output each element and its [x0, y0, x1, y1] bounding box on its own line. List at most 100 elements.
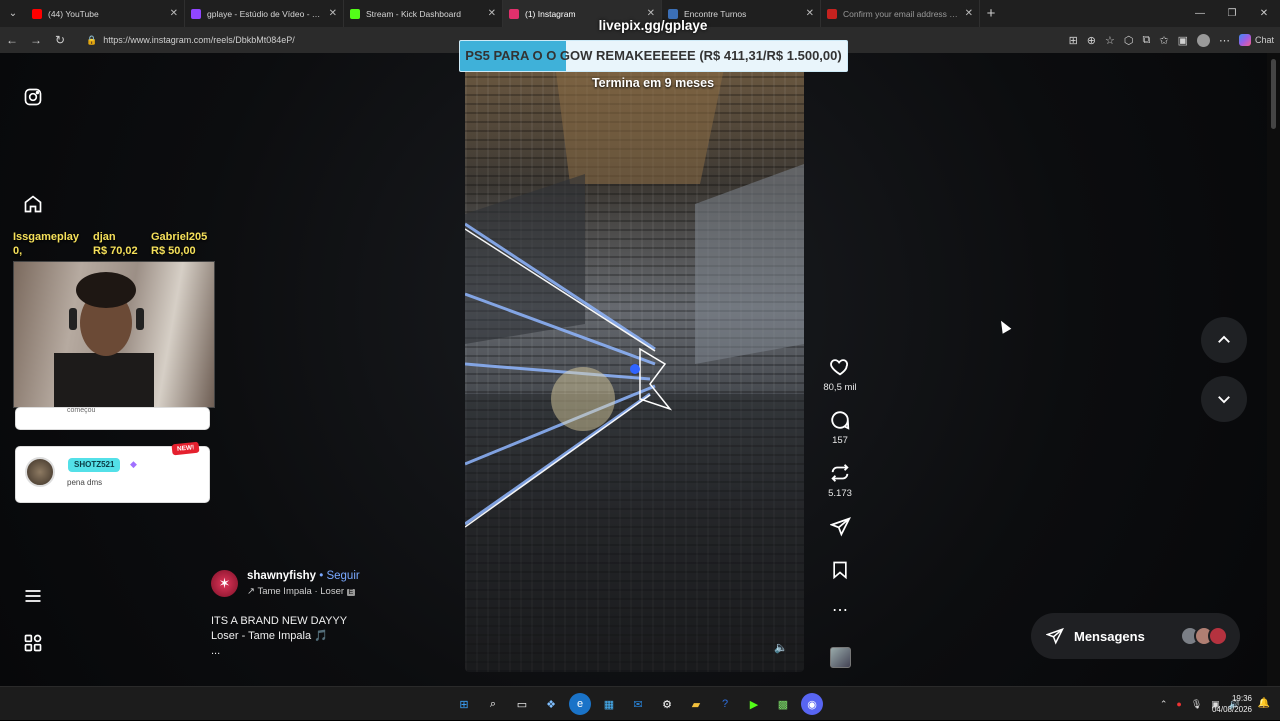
copilot-chat-button[interactable]: Chat	[1238, 34, 1274, 46]
chat-alert-previous: começou	[16, 407, 209, 429]
microphone-icon[interactable]: 🎙	[1191, 699, 1202, 710]
system-clock[interactable]: 19:36 04/08/2026	[1212, 693, 1252, 715]
chat-prev-text: começou	[67, 407, 96, 414]
close-window-icon[interactable]: ✕	[1248, 0, 1280, 27]
scrollbar-thumb[interactable]	[1271, 59, 1276, 129]
search-icon[interactable]: ⌕	[482, 693, 504, 715]
donor-amount: R$ 70,02	[93, 245, 138, 257]
caption-more[interactable]: ...	[211, 644, 347, 659]
tab-gmail[interactable]: Confirm your email address on Ar ✕	[821, 0, 980, 27]
tab-twitch[interactable]: gplaye - Estúdio de Vídeo - Twitch ✕	[185, 0, 344, 27]
reload-icon[interactable]: ↻	[48, 33, 72, 47]
url-text: https://www.instagram.com/reels/DbkbMt08…	[103, 35, 295, 45]
username-link[interactable]: shawnyfishy	[247, 570, 316, 582]
widgets-icon[interactable]: ❖	[540, 693, 562, 715]
chat-alert: SHOTZ521 ◆ pena dms NEW!	[16, 441, 209, 502]
donor-entry: Issgameplay 0,	[13, 230, 79, 258]
save-button[interactable]	[820, 560, 860, 580]
new-tab-button[interactable]: +	[980, 5, 1002, 22]
clock-date: 04/08/2026	[1211, 705, 1252, 714]
comment-icon	[831, 411, 850, 430]
chevron-down-icon	[1218, 396, 1230, 404]
message-avatars	[1180, 626, 1228, 646]
close-icon[interactable]: ✕	[488, 8, 496, 19]
next-reel-button[interactable]	[1201, 376, 1247, 422]
comment-count: 157	[832, 435, 848, 446]
close-icon[interactable]: ✕	[329, 8, 337, 19]
share-button[interactable]	[820, 516, 860, 537]
music-info[interactable]: ↗ Tame Impala · Loser E	[247, 586, 360, 597]
close-icon[interactable]: ✕	[965, 8, 973, 19]
kick-icon	[350, 8, 360, 19]
extensions-icon[interactable]: ⬡	[1124, 34, 1134, 47]
goal-text: PS5 PARA O O GOW REMAKEEEEEE (R$ 411,31/…	[465, 48, 842, 63]
favorites-icon[interactable]: ✩	[1159, 34, 1168, 47]
tab-actions-icon[interactable]: ⌄	[0, 0, 26, 27]
explicit-icon: E	[346, 589, 356, 596]
follow-button[interactable]: Seguir	[326, 570, 359, 582]
tray-app-icon[interactable]: ●	[1176, 699, 1181, 709]
forward-icon[interactable]: →	[24, 33, 48, 47]
reel-video[interactable]: 🔈	[465, 64, 804, 672]
like-button[interactable]: 80,5 mil	[820, 356, 860, 393]
page-icon	[668, 8, 678, 19]
zoom-icon[interactable]: ⊕	[1087, 34, 1096, 47]
instagram-icon	[509, 8, 519, 19]
tab-kick[interactable]: Stream - Kick Dashboard ✕	[344, 0, 503, 27]
app-icon[interactable]: ⊞	[1069, 34, 1078, 47]
settings-gear-icon[interactable]: ⚙	[656, 693, 678, 715]
start-icon[interactable]: ⊞	[453, 693, 475, 715]
chat-username: SHOTZ521	[68, 458, 121, 472]
repost-icon	[831, 464, 849, 482]
donor-entry: Gabriel205 R$ 50,00	[151, 230, 207, 258]
outlook-icon[interactable]: ✉	[627, 693, 649, 715]
close-icon[interactable]: ✕	[806, 8, 814, 19]
favorite-star-icon[interactable]: ☆	[1105, 34, 1115, 47]
split-screen-icon[interactable]: ⧉	[1143, 34, 1151, 47]
gmail-icon	[827, 8, 837, 19]
store-icon[interactable]: ▦	[598, 693, 620, 715]
tab-title: Encontre Turnos	[684, 8, 747, 19]
discord-icon[interactable]: ◉	[801, 693, 823, 715]
tray-chevron-icon[interactable]: ⌃	[1160, 699, 1168, 710]
tab-title: gplaye - Estúdio de Vídeo - Twitch	[207, 8, 325, 19]
mute-icon[interactable]: 🔈	[774, 641, 788, 654]
previous-reel-button[interactable]	[1201, 317, 1247, 363]
instagram-logo-icon[interactable]	[22, 86, 44, 108]
avatar[interactable]: ✶	[211, 570, 238, 597]
scrollbar[interactable]	[1267, 53, 1280, 686]
task-view-icon[interactable]: ▭	[511, 693, 533, 715]
donor-amount: 0,	[13, 245, 23, 257]
more-options-icon[interactable]: ⋯	[820, 603, 860, 619]
kick-app-icon[interactable]: ▶	[743, 693, 765, 715]
game-icon[interactable]: ▩	[772, 693, 794, 715]
repost-button[interactable]: 5.173	[820, 462, 860, 499]
file-explorer-icon[interactable]: ▰	[685, 693, 707, 715]
apps-grid-icon[interactable]	[22, 632, 44, 654]
repost-count: 5.173	[828, 488, 852, 499]
tab-youtube[interactable]: (44) YouTube ✕	[26, 0, 185, 27]
minimize-icon[interactable]: —	[1184, 0, 1216, 27]
edge-icon[interactable]: e	[569, 693, 591, 715]
donor-name: djan	[93, 231, 116, 243]
messages-button[interactable]: Mensagens	[1031, 613, 1240, 659]
close-icon[interactable]: ✕	[170, 8, 178, 19]
comment-button[interactable]: 157	[820, 409, 860, 446]
chevron-up-icon	[1218, 335, 1230, 343]
window-controls: — ❐ ✕	[1184, 0, 1280, 27]
donor-ticker: Issgameplay 0, djan R$ 70,02 Gabriel205 …	[13, 230, 215, 260]
back-icon[interactable]: ←	[0, 33, 24, 47]
profile-avatar[interactable]	[1196, 33, 1210, 47]
collections-icon[interactable]: ▣	[1178, 34, 1188, 47]
clock-time: 19:36	[1231, 694, 1252, 703]
menu-icon[interactable]	[22, 585, 44, 607]
toolbar: ⊞ ⊕ ☆ ⬡ ⧉ ✩ ▣ ⋯ Chat	[1069, 27, 1274, 53]
more-icon[interactable]: ⋯	[1219, 34, 1230, 47]
restore-icon[interactable]: ❐	[1216, 0, 1248, 27]
home-icon[interactable]	[22, 193, 44, 215]
avatar	[1208, 626, 1228, 646]
notification-icon[interactable]: 🔔	[1258, 698, 1270, 709]
help-icon[interactable]: ?	[714, 693, 736, 715]
audio-thumbnail[interactable]	[830, 647, 851, 668]
send-icon	[1046, 627, 1064, 645]
